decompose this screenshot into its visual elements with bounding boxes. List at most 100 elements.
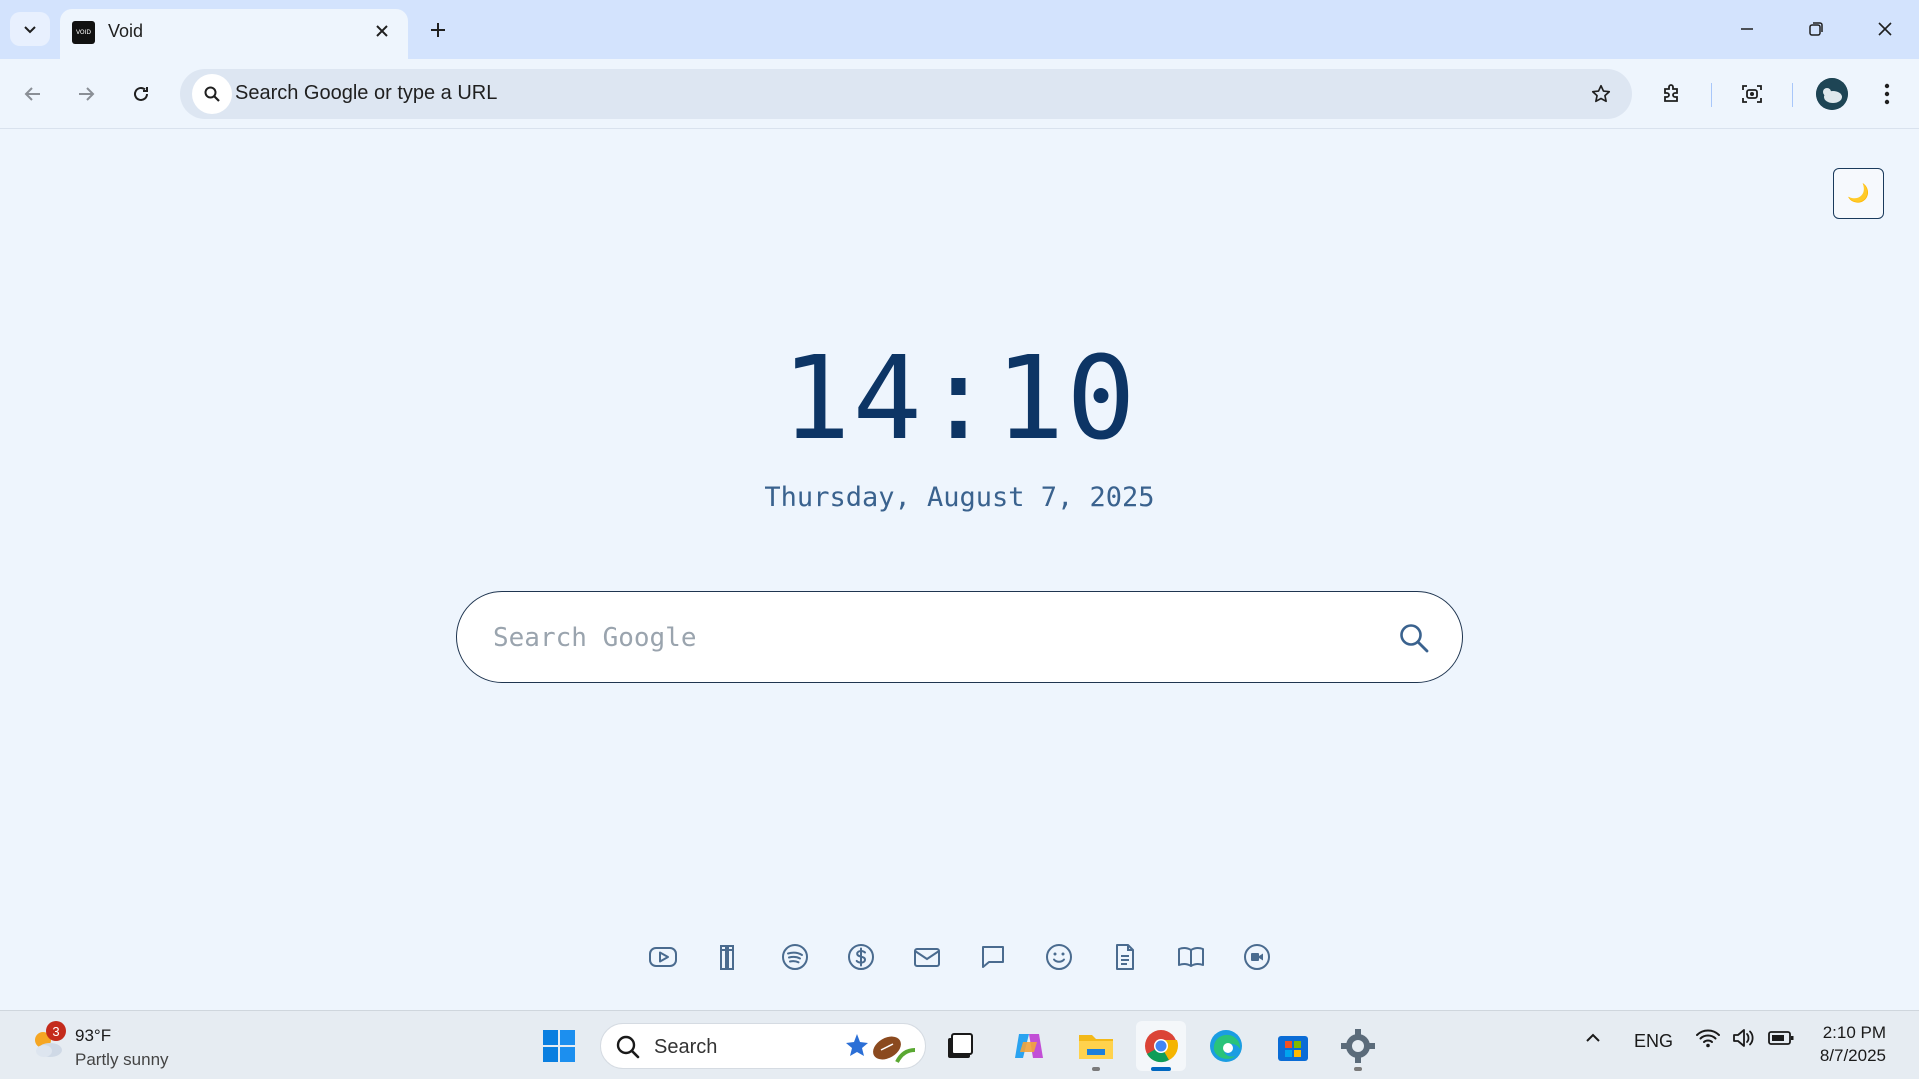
tab-strip: VOID Void — [0, 0, 1919, 59]
forward-button[interactable] — [66, 74, 106, 114]
quick-link-smiley[interactable] — [1043, 941, 1075, 973]
tab-search-button[interactable] — [10, 12, 50, 46]
quick-links-bar — [0, 941, 1919, 973]
close-window-icon — [1878, 22, 1892, 36]
menu-dots-icon — [1884, 83, 1890, 105]
battery-button[interactable] — [1767, 1028, 1795, 1053]
language-indicator[interactable]: ENG — [1634, 1031, 1673, 1052]
show-hidden-icons-button[interactable] — [1584, 1029, 1602, 1052]
taskbar-file-explorer[interactable] — [1071, 1021, 1121, 1071]
quick-link-finance[interactable] — [845, 941, 877, 973]
quick-link-video[interactable] — [1241, 941, 1273, 973]
search-icon — [616, 1035, 640, 1059]
quick-link-youtube[interactable] — [647, 941, 679, 973]
restore-button[interactable] — [1793, 10, 1839, 48]
taskbar-settings[interactable] — [1333, 1021, 1383, 1071]
google-search-box — [456, 591, 1463, 683]
new-tab-button[interactable] — [420, 12, 456, 48]
quick-link-library[interactable] — [713, 941, 745, 973]
battery-icon — [1768, 1031, 1794, 1045]
chat-icon — [981, 946, 1004, 968]
forward-arrow-icon — [79, 87, 95, 101]
network-button[interactable] — [1695, 1027, 1721, 1054]
theme-toggle-button[interactable]: 🌙 — [1833, 168, 1884, 219]
screenshot-icon — [1742, 85, 1762, 103]
search-icon — [192, 74, 232, 114]
tab-title: Void — [108, 21, 144, 41]
volume-button[interactable] — [1731, 1027, 1757, 1054]
weather-widget[interactable]: 3 93°F Partly sunny — [28, 1019, 188, 1073]
avatar-icon — [1816, 78, 1848, 110]
dollar-icon — [847, 944, 874, 970]
chevron-down-icon — [24, 26, 36, 34]
chrome-icon — [1145, 1030, 1179, 1063]
store-icon — [1278, 1036, 1308, 1061]
taskbar-microsoft-store[interactable] — [1268, 1021, 1318, 1071]
address-bar[interactable]: Search Google or type a URL — [180, 69, 1632, 119]
extensions-button[interactable] — [1652, 74, 1692, 114]
back-button[interactable] — [13, 74, 53, 114]
plus-icon — [431, 23, 445, 37]
running-indicator — [1354, 1067, 1362, 1071]
folder-icon — [1079, 1035, 1113, 1059]
minimize-button[interactable] — [1724, 10, 1770, 48]
active-indicator — [1151, 1067, 1171, 1071]
windows-taskbar: 3 93°F Partly sunny Search ENG 2:10 PM 8… — [0, 1010, 1919, 1079]
restore-icon — [1809, 22, 1823, 36]
book-icon — [1177, 946, 1204, 967]
spotify-icon — [781, 944, 808, 970]
void-favicon-icon: VOID — [72, 21, 95, 44]
minimize-icon — [1741, 28, 1753, 30]
quick-link-book[interactable] — [1175, 941, 1207, 973]
star-icon — [1591, 84, 1611, 103]
search-input[interactable] — [493, 614, 1373, 662]
speaker-icon — [1733, 1029, 1754, 1047]
taskbar-task-view[interactable] — [935, 1021, 985, 1071]
new-tab-page: 🌙 14:10 Thursday, August 7, 2025 — [0, 129, 1919, 1010]
taskbar-search-box[interactable]: Search — [600, 1023, 926, 1069]
taskbar-clock[interactable]: 2:10 PM 8/7/2025 — [1806, 1021, 1886, 1067]
start-button[interactable] — [534, 1021, 584, 1071]
moon-icon: 🌙 — [1847, 183, 1870, 203]
chevron-up-icon — [1586, 1033, 1600, 1042]
tab-close-button[interactable] — [368, 17, 396, 45]
mail-icon — [913, 948, 940, 967]
clock-time: 14:10 — [781, 332, 1138, 466]
taskbar-edge[interactable] — [1201, 1021, 1251, 1071]
taskbar-time: 2:10 PM — [1822, 1023, 1886, 1042]
document-icon — [1115, 944, 1134, 970]
task-view-icon — [948, 1033, 973, 1058]
browser-tab[interactable]: VOID Void — [60, 9, 408, 59]
copilot-icon — [1015, 1034, 1043, 1058]
close-window-button[interactable] — [1862, 10, 1908, 48]
toolbar-divider — [1792, 83, 1793, 107]
browser-toolbar: Search Google or type a URL — [0, 59, 1919, 129]
extensions-icon — [1664, 84, 1678, 102]
weather-alert-badge: 3 — [46, 1021, 66, 1041]
screenshot-button[interactable] — [1732, 74, 1772, 114]
reload-button[interactable] — [121, 74, 161, 114]
taskbar-date: 8/7/2025 — [1819, 1046, 1886, 1065]
quick-link-spotify[interactable] — [779, 941, 811, 973]
taskbar-search-label: Search — [654, 1036, 718, 1058]
weather-temperature: 93°F — [75, 1026, 112, 1045]
toolbar-divider — [1711, 83, 1712, 107]
football-search-highlight-icon — [846, 1034, 916, 1063]
profile-avatar[interactable] — [1816, 78, 1848, 110]
running-indicator — [1092, 1067, 1100, 1071]
back-arrow-icon — [24, 87, 40, 101]
search-submit-button[interactable] — [1396, 620, 1432, 656]
edge-icon — [1210, 1030, 1242, 1062]
quick-link-document[interactable] — [1109, 941, 1141, 973]
library-icon — [719, 945, 734, 970]
quick-link-chat[interactable] — [977, 941, 1009, 973]
wifi-icon — [1696, 1029, 1720, 1048]
bookmark-button[interactable] — [1584, 77, 1618, 111]
taskbar-chrome[interactable] — [1136, 1021, 1186, 1071]
video-icon — [1243, 944, 1270, 970]
quick-link-mail[interactable] — [911, 941, 943, 973]
address-bar-placeholder: Search Google or type a URL — [235, 82, 498, 104]
taskbar-copilot[interactable] — [1004, 1021, 1054, 1071]
chrome-menu-button[interactable] — [1867, 74, 1907, 114]
smiley-icon — [1045, 944, 1072, 970]
